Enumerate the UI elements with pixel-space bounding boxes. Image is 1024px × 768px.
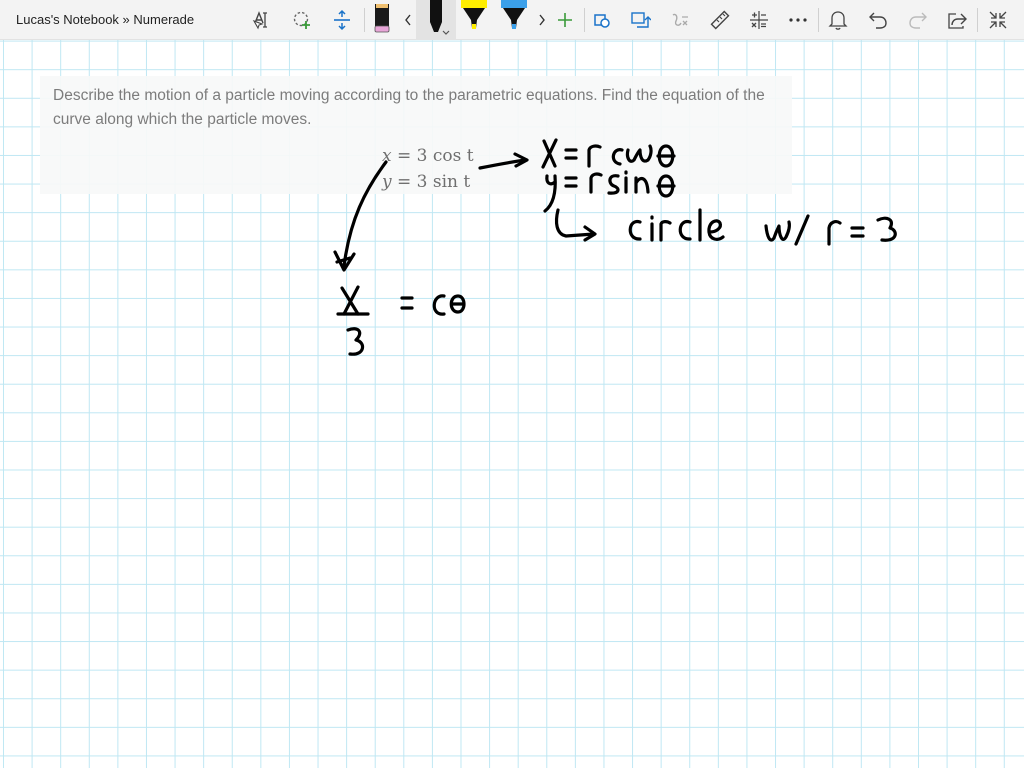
handwriting-canvas bbox=[333, 138, 897, 356]
ink-line-circle bbox=[554, 208, 897, 246]
ink-line-x-eq bbox=[541, 138, 676, 169]
ink-line-y-eq bbox=[543, 170, 676, 213]
ink-arrow-right bbox=[478, 152, 529, 170]
ink-arrow-down bbox=[333, 160, 388, 272]
ink-line-fraction bbox=[336, 285, 466, 356]
